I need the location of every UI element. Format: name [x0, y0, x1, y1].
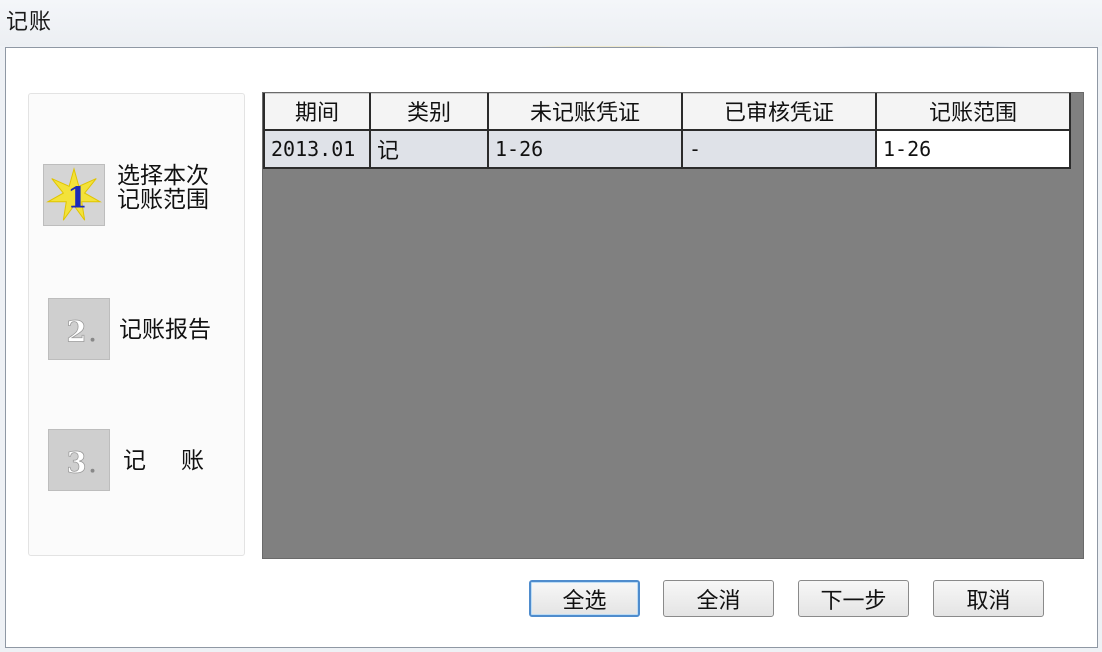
step-2-label: 记账报告 — [119, 317, 211, 343]
next-step-button[interactable]: 下一步 — [798, 580, 909, 617]
cell-category[interactable]: 记 — [369, 128, 489, 169]
step-panel: 1 选择本次记账范围 2 记账报告 3 记 账 — [28, 93, 245, 556]
step-1-number: 1 — [67, 181, 87, 215]
step-1-star-icon: 1 — [43, 164, 105, 226]
cell-unposted[interactable]: 1-26 — [487, 128, 683, 169]
column-header-unposted[interactable]: 未记账凭证 — [487, 93, 683, 131]
column-header-range[interactable]: 记账范围 — [875, 93, 1071, 131]
posting-dialog: 1 选择本次记账范围 2 记账报告 3 记 账 期间 类别 未记账凭证 已审核凭… — [5, 47, 1098, 648]
window-title: 记账 — [6, 10, 53, 35]
cancel-button[interactable]: 取消 — [933, 580, 1044, 617]
step-3-number-icon: 3 — [48, 429, 110, 491]
column-header-category[interactable]: 类别 — [369, 93, 489, 131]
column-header-period[interactable]: 期间 — [263, 93, 371, 131]
cell-period[interactable]: 2013.01 — [263, 128, 371, 169]
column-header-audited[interactable]: 已审核凭证 — [681, 93, 877, 131]
grid-header-row: 期间 类别 未记账凭证 已审核凭证 记账范围 — [263, 93, 1071, 131]
table-row[interactable]: 2013.01 记 1-26 - 1-26 — [263, 128, 1071, 169]
step-2-number: 2 — [66, 315, 86, 349]
step-3-number: 3 — [66, 446, 86, 480]
step-2-number-icon: 2 — [48, 298, 110, 360]
grid-table: 期间 类别 未记账凭证 已审核凭证 记账范围 2013.01 记 1-26 - … — [263, 93, 1071, 169]
column-header-unposted-label: 未记账凭证 — [529, 101, 640, 127]
step-3: 3 记 账 — [29, 429, 246, 499]
clear-all-button[interactable]: 全消 — [663, 580, 774, 617]
cell-range-input[interactable]: 1-26 — [875, 128, 1071, 169]
window-titlebar[interactable]: 记账 — [0, 0, 1102, 46]
step-1: 1 选择本次记账范围 — [29, 164, 246, 234]
posting-range-grid[interactable]: 期间 类别 未记账凭证 已审核凭证 记账范围 2013.01 记 1-26 - … — [262, 92, 1084, 559]
step-2: 2 记账报告 — [29, 298, 246, 368]
step-1-label: 选择本次记账范围 — [117, 163, 209, 213]
step-3-label: 记 账 — [123, 448, 210, 474]
cell-audited[interactable]: - — [681, 128, 877, 169]
select-all-button[interactable]: 全选 — [529, 580, 640, 617]
